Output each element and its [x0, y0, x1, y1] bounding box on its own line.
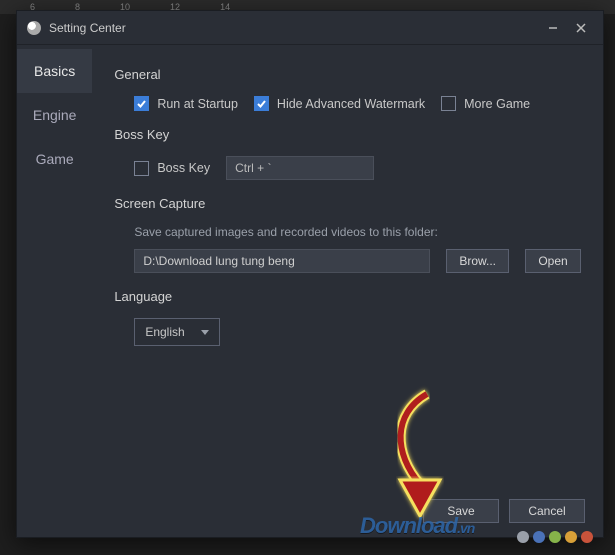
language-selected: English — [145, 325, 184, 339]
checkbox-run-at-startup[interactable]: Run at Startup — [134, 96, 238, 111]
bosskey-shortcut-input[interactable] — [226, 156, 374, 180]
tab-game[interactable]: Game — [17, 137, 92, 181]
minimize-icon — [548, 23, 558, 33]
settings-dialog: Setting Center Basics Engine Game Genera… — [16, 10, 604, 538]
minimize-button[interactable] — [539, 15, 567, 41]
chevron-down-icon — [201, 330, 209, 335]
checkbox-bosskey[interactable]: Boss Key — [134, 161, 210, 176]
browse-button[interactable]: Brow... — [446, 249, 509, 273]
close-button[interactable] — [567, 15, 595, 41]
checkbox-more-game[interactable]: More Game — [441, 96, 530, 111]
checkbox-label: Hide Advanced Watermark — [277, 97, 425, 111]
capture-hint: Save captured images and recorded videos… — [114, 225, 581, 239]
check-icon — [254, 96, 269, 111]
cancel-button[interactable]: Cancel — [509, 499, 585, 523]
window-title: Setting Center — [49, 21, 126, 35]
open-button[interactable]: Open — [525, 249, 581, 273]
checkbox-icon — [134, 161, 149, 176]
checkbox-label: Run at Startup — [157, 97, 238, 111]
check-icon — [134, 96, 149, 111]
dialog-footer: Save Cancel — [423, 499, 585, 523]
tab-engine[interactable]: Engine — [17, 93, 92, 137]
app-icon — [27, 21, 41, 35]
sidebar: Basics Engine Game — [17, 45, 92, 537]
content-pane: General Run at Startup Hide Advanced Wat… — [92, 45, 603, 537]
section-language-title: Language — [114, 289, 581, 304]
titlebar: Setting Center — [17, 11, 603, 45]
checkbox-label: More Game — [464, 97, 530, 111]
save-button[interactable]: Save — [423, 499, 499, 523]
capture-path-input[interactable] — [134, 249, 430, 273]
section-bosskey-title: Boss Key — [114, 127, 581, 142]
checkbox-hide-watermark[interactable]: Hide Advanced Watermark — [254, 96, 425, 111]
close-icon — [576, 23, 586, 33]
checkbox-icon — [441, 96, 456, 111]
section-capture-title: Screen Capture — [114, 196, 581, 211]
section-general-title: General — [114, 67, 581, 82]
tab-basics[interactable]: Basics — [17, 49, 92, 93]
checkbox-label: Boss Key — [157, 161, 210, 175]
language-select[interactable]: English — [134, 318, 220, 346]
